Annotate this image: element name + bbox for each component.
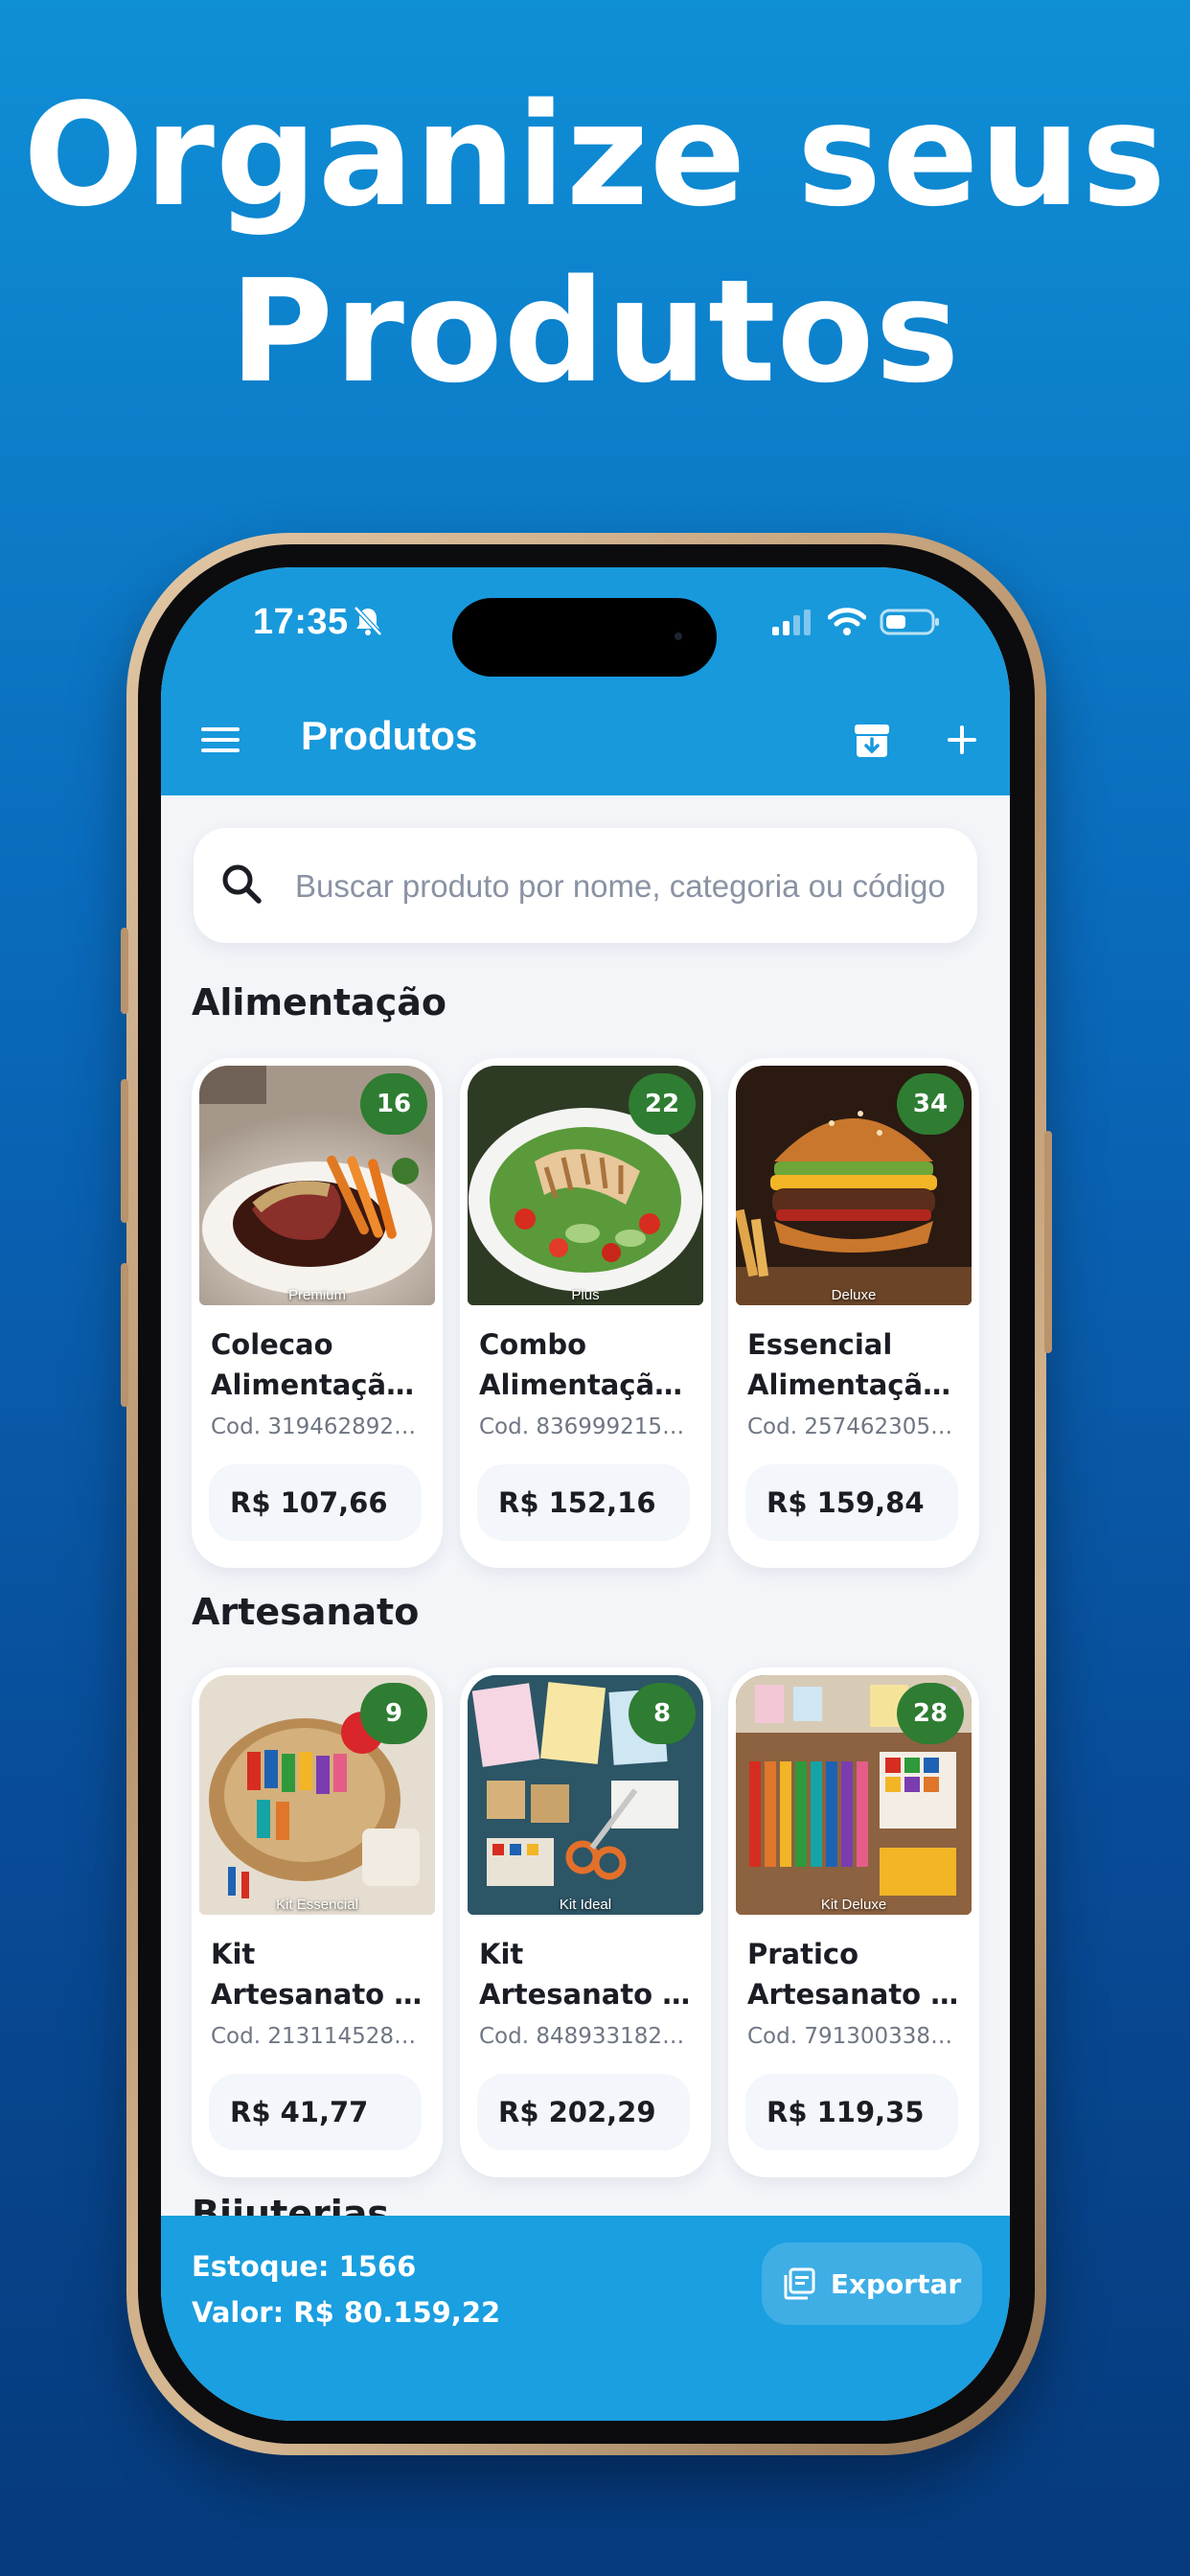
- headline: Organize seus Produtos: [0, 67, 1190, 420]
- search-icon: [220, 862, 264, 911]
- section-title-alimentacao: Alimentação: [192, 981, 446, 1024]
- product-name-line-1: Kit: [211, 1938, 256, 1970]
- product-name-line-1: Pratico: [747, 1938, 859, 1970]
- image-label: Deluxe: [831, 1287, 877, 1303]
- product-card[interactable]: Kit Deluxe 28 Pratico Artesanato Deluxe …: [728, 1668, 979, 2177]
- product-name-line-2: Artesanato Ideal: [479, 1978, 696, 2011]
- stock-badge: 22: [629, 1073, 696, 1135]
- stock-badge: 28: [897, 1683, 964, 1744]
- stock-badge: 16: [360, 1073, 427, 1135]
- product-name: Combo Alimentação Plus: [479, 1324, 696, 1405]
- product-card[interactable]: Kit Ideal 8 Kit Artesanato Ideal Cod. 84…: [460, 1668, 711, 2177]
- dynamic-island: [452, 598, 717, 677]
- product-card[interactable]: Kit Essencial 9 Kit Artesanato Essencial…: [192, 1668, 443, 2177]
- product-card[interactable]: Premium 16 Colecao Alimentação Premium C…: [192, 1058, 443, 1568]
- product-name-line-2: Alimentação Deluxe: [747, 1368, 964, 1401]
- product-name: Kit Artesanato Ideal: [479, 1934, 696, 2014]
- menu-button[interactable]: [192, 711, 249, 769]
- stock-badge: 34: [897, 1073, 964, 1135]
- product-price: R$ 119,35: [745, 2074, 958, 2150]
- product-code: Cod. 8369992150002: [479, 1414, 696, 1439]
- section-title-artesanato: Artesanato: [192, 1591, 420, 1633]
- product-name: Essencial Alimentação Deluxe: [747, 1324, 964, 1405]
- product-name: Pratico Artesanato Deluxe: [747, 1934, 964, 2014]
- value-total: Valor: R$ 80.159,22: [192, 2296, 501, 2329]
- product-name-line-1: Colecao: [211, 1328, 333, 1361]
- product-price: R$ 159,84: [745, 1464, 958, 1541]
- product-name: Colecao Alimentação Premium: [211, 1324, 427, 1405]
- product-name-line-2: Alimentação Plus: [479, 1368, 696, 1401]
- cellular-signal-icon: [770, 608, 814, 641]
- archive-download-icon: [855, 724, 889, 757]
- menu-icon: [201, 727, 240, 752]
- headline-line-1: Organize seus: [23, 73, 1167, 238]
- volume-up-button: [121, 1079, 128, 1223]
- status-icons: [770, 608, 941, 641]
- product-name-line-1: Combo: [479, 1328, 587, 1361]
- product-name: Kit Artesanato Essencial: [211, 1934, 427, 2014]
- product-code: Cod. 3194628920001: [211, 1414, 427, 1439]
- product-card[interactable]: Plus 22 Combo Alimentação Plus Cod. 8369…: [460, 1058, 711, 1568]
- volume-down-button: [121, 1263, 128, 1407]
- image-label: Kit Essencial: [276, 1897, 358, 1913]
- export-label: Exportar: [830, 2267, 962, 2300]
- page-title: Produtos: [301, 713, 478, 758]
- product-price: R$ 107,66: [209, 1464, 422, 1541]
- stock-badge: 9: [360, 1683, 427, 1744]
- product-name-line-1: Essencial: [747, 1328, 893, 1361]
- product-card[interactable]: Deluxe 34 Essencial Alimentação Deluxe C…: [728, 1058, 979, 1568]
- product-price: R$ 202,29: [477, 2074, 690, 2150]
- product-name-line-2: Artesanato Deluxe: [747, 1978, 964, 2011]
- add-icon: [948, 725, 976, 754]
- image-label: Premium: [287, 1287, 346, 1303]
- stock-badge: 8: [629, 1683, 696, 1744]
- product-code: Cod. 7913003380006: [747, 2024, 964, 2049]
- export-button[interactable]: Exportar: [762, 2242, 982, 2325]
- product-code: Cod. 2574623050003: [747, 1414, 964, 1439]
- product-name-line-2: Alimentação Premium: [211, 1368, 427, 1401]
- bell-muted-icon: [351, 604, 385, 643]
- app-top-bar: 17:35 Produtos: [161, 567, 1010, 795]
- pdf-export-icon: [784, 2267, 815, 2300]
- product-code: Cod. 8489331820005: [479, 2024, 696, 2049]
- status-time: 17:35: [253, 602, 349, 642]
- image-label: Plus: [571, 1287, 600, 1303]
- headline-line-2: Produtos: [229, 249, 961, 414]
- stock-total: Estoque: 1566: [192, 2250, 417, 2283]
- product-price: R$ 41,77: [209, 2074, 422, 2150]
- product-name-line-2: Artesanato Essencial: [211, 1978, 427, 2011]
- wifi-icon: [827, 608, 867, 641]
- battery-icon: [880, 608, 941, 641]
- power-button: [1044, 1131, 1052, 1353]
- image-label: Kit Ideal: [559, 1897, 612, 1913]
- phone-screen: 17:35 Produtos Buscar produto por nome, …: [161, 567, 1010, 2421]
- summary-footer: Estoque: 1566 Valor: R$ 80.159,22 Export…: [161, 2216, 1010, 2421]
- add-product-button[interactable]: [933, 711, 991, 769]
- mute-switch: [121, 928, 128, 1014]
- product-name-line-1: Kit: [479, 1938, 524, 1970]
- product-price: R$ 152,16: [477, 1464, 690, 1541]
- product-code: Cod. 2131145280004: [211, 2024, 427, 2049]
- archive-button[interactable]: [843, 711, 901, 769]
- search-placeholder: Buscar produto por nome, categoria ou có…: [295, 868, 946, 904]
- search-input[interactable]: Buscar produto por nome, categoria ou có…: [194, 828, 977, 943]
- image-label: Kit Deluxe: [820, 1897, 887, 1913]
